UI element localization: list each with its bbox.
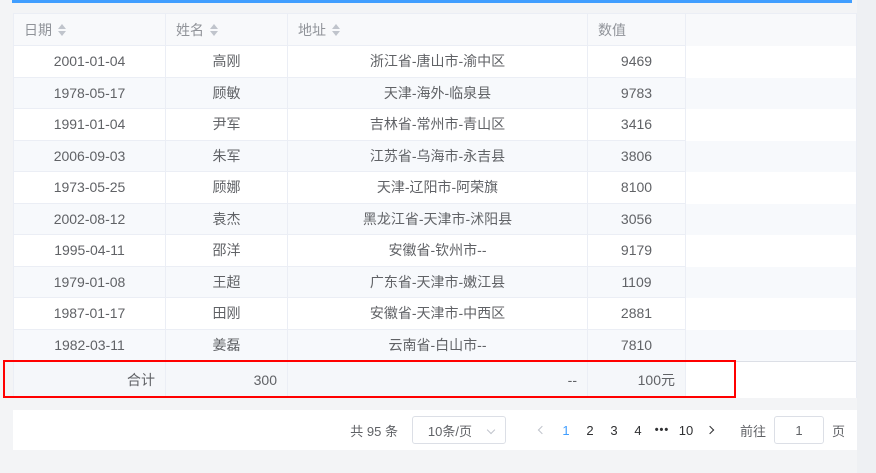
cell-value: 9783 [588, 77, 686, 109]
page-button-3[interactable]: 3 [603, 416, 625, 444]
table-row: 1995-04-11 邵洋 安徽省-钦州市-- 9179 [14, 235, 856, 267]
summary-cell-value: 100元 [588, 362, 686, 398]
cell-name: 袁杰 [166, 203, 288, 235]
cell-date: 1979-01-08 [14, 266, 166, 298]
goto-label: 前往 [739, 423, 766, 439]
cell-date: 1978-05-17 [14, 77, 166, 109]
page-unit-label: 页 [831, 423, 845, 439]
sort-caret-icon[interactable] [332, 20, 340, 40]
cell-address: 吉林省-常州市-青山区 [288, 109, 588, 141]
page-button-4[interactable]: 4 [627, 416, 649, 444]
summary-cell-address: -- [288, 362, 588, 398]
cell-date: 1973-05-25 [14, 172, 166, 204]
cell-name: 王超 [166, 266, 288, 298]
cell-name: 姜磊 [166, 329, 288, 361]
cell-name: 田刚 [166, 298, 288, 330]
goto-page-group: 前往 页 [740, 416, 845, 444]
data-table: 日期 姓名 地址 数值 2001-01-04 高刚 浙江省-唐山市-渝中区 9469 1… [13, 13, 857, 398]
cell-value: 7810 [588, 329, 686, 361]
cell-name: 高刚 [166, 46, 288, 78]
column-header-label: 日期 [24, 21, 52, 38]
cell-address: 广东省-天津市-嫩江县 [288, 266, 588, 298]
cell-address: 浙江省-唐山市-渝中区 [288, 46, 588, 78]
table-row: 1991-01-04 尹军 吉林省-常州市-青山区 3416 [14, 109, 856, 141]
more-pages-button[interactable]: ••• [651, 416, 673, 444]
page-number-list: 1 2 3 4 ••• 10 [554, 416, 698, 444]
table-header: 日期 姓名 地址 数值 [14, 14, 856, 46]
cell-address: 安徽省-钦州市-- [288, 235, 588, 267]
cell-name: 顾敏 [166, 77, 288, 109]
cell-address: 天津-海外-临泉县 [288, 77, 588, 109]
chevron-right-icon [705, 425, 715, 435]
cell-value: 9179 [588, 235, 686, 267]
table-row: 2002-08-12 袁杰 黑龙江省-天津市-沭阳县 3056 [14, 203, 856, 235]
cell-value: 3806 [588, 140, 686, 172]
table-row: 2006-09-03 朱军 江苏省-乌海市-永吉县 3806 [14, 140, 856, 172]
top-accent-bar [12, 0, 852, 3]
cell-name: 朱军 [166, 140, 288, 172]
table-row: 2001-01-04 高刚 浙江省-唐山市-渝中区 9469 [14, 46, 856, 78]
cell-value: 3416 [588, 109, 686, 141]
page-size-value: 10条/页 [427, 423, 472, 439]
cell-value: 8100 [588, 172, 686, 204]
column-header-label: 地址 [298, 21, 326, 38]
sort-caret-icon[interactable] [210, 20, 218, 40]
cell-value: 1109 [588, 266, 686, 298]
cell-date: 1995-04-11 [14, 235, 166, 267]
cell-name: 顾娜 [166, 172, 288, 204]
column-header-label: 姓名 [176, 21, 204, 38]
cell-date: 1982-03-11 [14, 329, 166, 361]
goto-page-input[interactable] [773, 416, 824, 444]
table-row: 1982-03-11 姜磊 云南省-白山市-- 7810 [14, 329, 856, 361]
column-header-value: 数值 [588, 14, 686, 46]
table-row: 1978-05-17 顾敏 天津-海外-临泉县 9783 [14, 77, 856, 109]
cell-date: 2006-09-03 [14, 140, 166, 172]
cell-date: 1987-01-17 [14, 298, 166, 330]
prev-page-button[interactable] [531, 416, 553, 444]
table-body: 2001-01-04 高刚 浙江省-唐山市-渝中区 9469 1978-05-17 顾敏天… [14, 46, 856, 361]
page-button-1[interactable]: 1 [555, 416, 577, 444]
table-row: 1973-05-25 顾娜 天津-辽阳市-阿荣旗 8100 [14, 172, 856, 204]
table-row: 1987-01-17 田刚 安徽省-天津市-中西区 2881 [14, 298, 856, 330]
pager: 1 2 3 4 ••• 10 [530, 416, 722, 444]
total-count-label: 共 95 条 [350, 423, 398, 439]
column-header-address[interactable]: 地址 [288, 14, 588, 46]
summary-cell-name: 300 [166, 362, 288, 398]
summary-cell-date: 合计 [14, 362, 166, 398]
next-page-button[interactable] [699, 416, 721, 444]
page-size-select[interactable]: 10条/页 [411, 416, 506, 444]
cell-value: 2881 [588, 298, 686, 330]
cell-address: 云南省-白山市-- [288, 329, 588, 361]
chevron-left-icon [537, 425, 547, 435]
pagination: 共 95 条 10条/页 1234•••10 前往 页 [13, 410, 857, 450]
page-button-2[interactable]: 2 [579, 416, 601, 444]
scrollbar-track [857, 0, 876, 473]
page-button-10[interactable]: 10 [675, 416, 697, 444]
column-header-date[interactable]: 日期 [14, 14, 166, 46]
cell-address: 安徽省-天津市-中西区 [288, 298, 588, 330]
cell-name: 邵洋 [166, 235, 288, 267]
cell-date: 2001-01-04 [14, 46, 166, 78]
cell-address: 江苏省-乌海市-永吉县 [288, 140, 588, 172]
cell-value: 3056 [588, 203, 686, 235]
cell-name: 尹军 [166, 109, 288, 141]
cell-date: 2002-08-12 [14, 203, 166, 235]
cell-address: 天津-辽阳市-阿荣旗 [288, 172, 588, 204]
sort-caret-icon[interactable] [58, 20, 66, 40]
column-header-name[interactable]: 姓名 [166, 14, 288, 46]
summary-row: 合计 300 -- 100元 [14, 361, 856, 398]
cell-value: 9469 [588, 46, 686, 78]
column-header-label: 数值 [598, 21, 626, 38]
cell-date: 1991-01-04 [14, 109, 166, 141]
cell-address: 黑龙江省-天津市-沭阳县 [288, 203, 588, 235]
table-row: 1979-01-08 王超 广东省-天津市-嫩江县 1109 [14, 266, 856, 298]
chevron-down-icon [486, 425, 496, 435]
